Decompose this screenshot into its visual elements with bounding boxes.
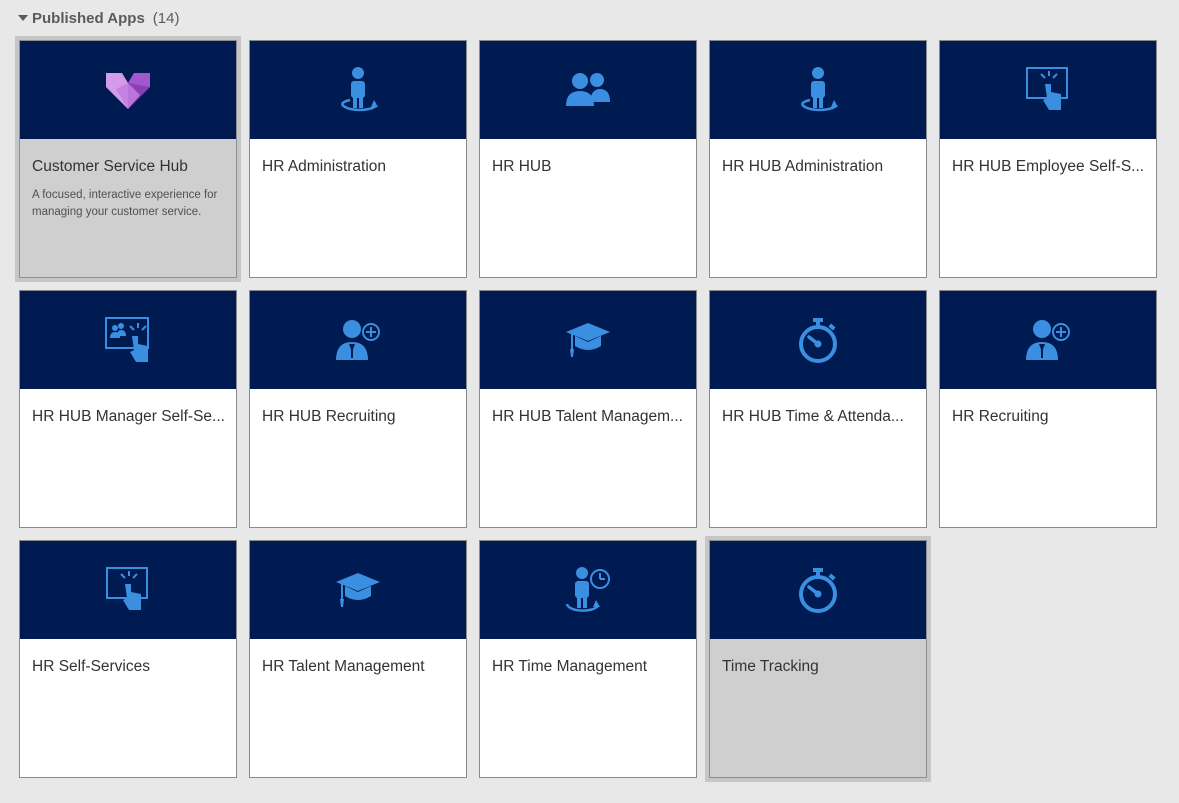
person-add-icon bbox=[334, 318, 382, 362]
app-tile-banner bbox=[480, 541, 696, 639]
app-tile-hr-hub[interactable]: HR HUB bbox=[479, 40, 697, 278]
app-tile-hr-hub-time-attenda[interactable]: HR HUB Time & Attenda... bbox=[709, 290, 927, 528]
app-title: HR Recruiting bbox=[952, 408, 1049, 425]
person-add-icon bbox=[1024, 318, 1072, 362]
touch-screen-icon bbox=[105, 566, 151, 614]
app-tile-banner bbox=[250, 291, 466, 389]
app-tile-banner bbox=[480, 291, 696, 389]
app-tile-banner bbox=[20, 541, 236, 639]
app-tile-time-tracking[interactable]: Time Tracking bbox=[705, 536, 931, 782]
stopwatch-icon bbox=[796, 566, 840, 614]
app-tile-hr-self-services[interactable]: HR Self-Services bbox=[19, 540, 237, 778]
app-tile-hr-hub-recruiting[interactable]: HR HUB Recruiting bbox=[249, 290, 467, 528]
graduation-cap-icon bbox=[334, 571, 382, 609]
person-admin-icon bbox=[796, 66, 840, 114]
app-tile-hr-hub-administration[interactable]: HR HUB Administration bbox=[709, 40, 927, 278]
app-title: HR HUB Time & Attenda... bbox=[722, 408, 904, 425]
app-tile-banner bbox=[710, 541, 926, 639]
caret-down-icon bbox=[18, 15, 28, 21]
app-tile-banner bbox=[710, 291, 926, 389]
app-title: HR HUB bbox=[492, 158, 552, 175]
app-description: A focused, interactive experience for ma… bbox=[32, 189, 218, 218]
app-tile-hr-administration[interactable]: HR Administration bbox=[249, 40, 467, 278]
app-tile-hr-talent-management[interactable]: HR Talent Management bbox=[249, 540, 467, 778]
stopwatch-icon bbox=[796, 316, 840, 364]
person-clock-icon bbox=[564, 566, 612, 614]
heart-logo-icon bbox=[104, 69, 152, 111]
app-tile-hr-hub-manager-self-se[interactable]: HR HUB Manager Self-Se... bbox=[19, 290, 237, 528]
app-grid: Customer Service Hub A focused, interacti… bbox=[15, 36, 1157, 782]
app-tile-hr-hub-talent-managem[interactable]: HR HUB Talent Managem... bbox=[479, 290, 697, 528]
graduation-cap-icon bbox=[564, 321, 612, 359]
touch-screen-icon bbox=[1025, 66, 1071, 114]
app-tile-banner bbox=[940, 41, 1156, 139]
app-title: HR Talent Management bbox=[262, 658, 425, 675]
people-icon bbox=[564, 70, 612, 110]
app-tile-banner bbox=[480, 41, 696, 139]
app-title: Customer Service Hub bbox=[32, 158, 188, 175]
section-title: Published Apps bbox=[32, 9, 145, 27]
app-title: Time Tracking bbox=[722, 658, 819, 675]
app-title: HR HUB Talent Managem... bbox=[492, 408, 683, 425]
app-title: HR Time Management bbox=[492, 658, 648, 675]
app-tile-hr-time-management[interactable]: HR Time Management bbox=[479, 540, 697, 778]
team-touch-screen-icon bbox=[104, 316, 152, 364]
app-count: (14) bbox=[152, 9, 180, 27]
app-tile-hr-hub-employee-self-s[interactable]: HR HUB Employee Self-S... bbox=[939, 40, 1157, 278]
app-title: HR HUB Employee Self-S... bbox=[952, 158, 1145, 175]
app-tile-banner bbox=[940, 291, 1156, 389]
app-title: HR HUB Recruiting bbox=[262, 408, 396, 425]
app-tile-banner bbox=[20, 291, 236, 389]
app-title: HR Self-Services bbox=[32, 658, 150, 675]
person-admin-icon bbox=[336, 66, 380, 114]
app-tile-banner bbox=[250, 541, 466, 639]
app-tile-hr-recruiting[interactable]: HR Recruiting bbox=[939, 290, 1157, 528]
app-title: HR HUB Administration bbox=[722, 158, 884, 175]
published-apps-header[interactable]: Published Apps (14) bbox=[18, 7, 179, 29]
app-tile-banner bbox=[710, 41, 926, 139]
app-tile-customer-service-hub[interactable]: Customer Service Hub A focused, interacti… bbox=[15, 36, 241, 282]
app-tile-banner bbox=[250, 41, 466, 139]
app-title: HR HUB Manager Self-Se... bbox=[32, 408, 225, 425]
app-tile-banner bbox=[20, 41, 236, 139]
app-title: HR Administration bbox=[262, 158, 387, 175]
